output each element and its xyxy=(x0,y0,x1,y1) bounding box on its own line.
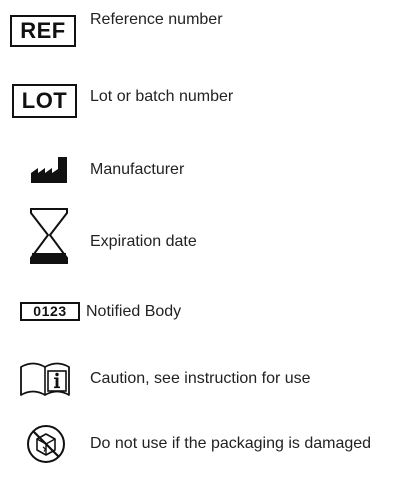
lot-symbol: LOT xyxy=(12,84,77,118)
manufacturer-label: Manufacturer xyxy=(90,161,185,178)
notified-body-number-symbol: 0123 xyxy=(20,302,80,321)
expiration-date-label: Expiration date xyxy=(90,233,197,250)
hourglass-icon xyxy=(30,208,68,264)
ref-symbol: REF xyxy=(10,15,76,47)
lot-number-label: Lot or batch number xyxy=(90,88,234,105)
damaged-package-label: Do not use if the packaging is damaged xyxy=(90,435,372,452)
book-info-icon xyxy=(20,362,70,396)
damaged-package-prohibited-icon xyxy=(27,425,65,463)
instructions-label: Caution, see instruction for use xyxy=(90,370,311,387)
factory-icon xyxy=(31,157,67,183)
notified-body-label: Notified Body xyxy=(86,303,182,320)
symbol-legend: REF Reference number LOT Lot or batch nu… xyxy=(0,0,411,478)
reference-number-label: Reference number xyxy=(90,11,223,28)
